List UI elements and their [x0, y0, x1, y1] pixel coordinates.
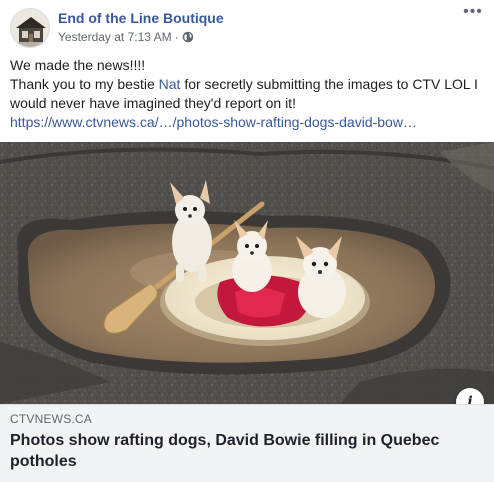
facebook-post: End of the Line Boutique Yesterday at 7:…	[0, 0, 494, 482]
meta-separator: ·	[174, 30, 179, 44]
dog-left	[170, 180, 212, 282]
page-name-link[interactable]: End of the Line Boutique	[58, 10, 224, 26]
link-preview-caption[interactable]: CTVNEWS.CA Photos show rafting dogs, Dav…	[0, 404, 494, 482]
globe-icon[interactable]	[182, 31, 194, 43]
message-text: Thank you to my bestie	[10, 76, 159, 92]
headline-line-2: potholes	[10, 453, 77, 470]
link-headline[interactable]: Photos show rafting dogs, David Bowie fi…	[10, 430, 470, 472]
post-message: We made the news!!!! Thank you to my bes…	[10, 56, 484, 132]
post-header: End of the Line Boutique Yesterday at 7:…	[10, 4, 486, 50]
storefront-logo-icon	[11, 9, 49, 47]
headline-line-1: Photos show rafting dogs, David Bowie fi…	[10, 432, 440, 449]
message-line-1: We made the news!!!!	[10, 57, 146, 73]
link-preview-image[interactable]	[0, 142, 494, 404]
page-avatar[interactable]	[10, 8, 50, 48]
article-url-link[interactable]: https://www.ctvnews.ca/…/photos-show-raf…	[10, 113, 484, 132]
dog-right	[296, 236, 346, 318]
post-meta: Yesterday at 7:13 AM ·	[58, 30, 194, 44]
post-timestamp[interactable]: Yesterday at 7:13 AM	[58, 30, 172, 44]
mention-link[interactable]: Nat	[159, 76, 181, 92]
link-domain: CTVNEWS.CA	[10, 412, 93, 426]
message-line-3: would never have imagined they'd report …	[10, 95, 296, 111]
more-options-icon[interactable]: •••	[462, 4, 484, 24]
message-text: for secretly submitting the images to CT…	[180, 76, 478, 92]
message-line-2: Thank you to my bestie Nat for secretly …	[10, 75, 484, 94]
